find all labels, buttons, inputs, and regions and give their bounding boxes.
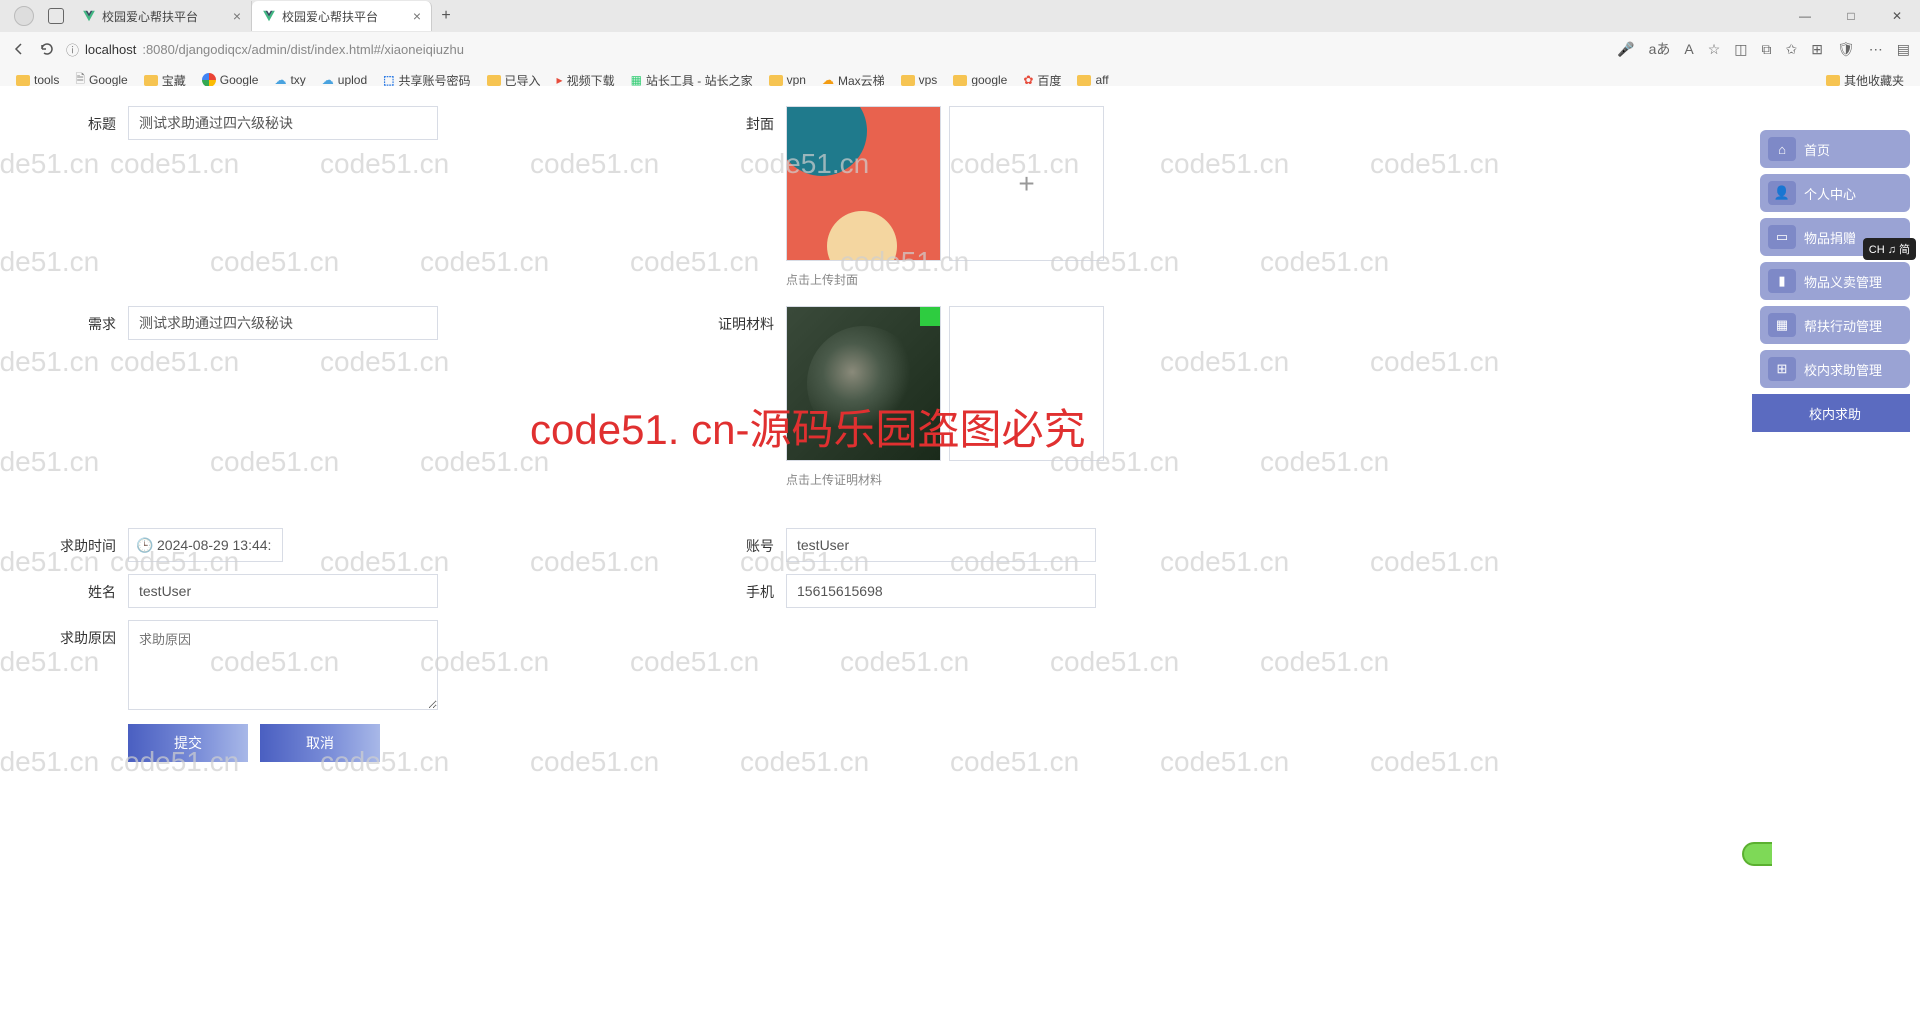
split-icon[interactable]: ⧉	[1762, 41, 1772, 58]
read-aloud-icon[interactable]: A	[1684, 41, 1693, 57]
account-input[interactable]	[786, 528, 1096, 562]
maximize-button[interactable]: □	[1828, 0, 1874, 32]
sidebar-nav: ⌂首页 👤个人中心 ▭物品捐赠 ▮物品义卖管理 ▦帮扶行动管理 ⊞校内求助管理 …	[1760, 130, 1910, 438]
profile-icon[interactable]	[14, 6, 34, 26]
browser-tab-active[interactable]: 校园爱心帮扶平台 ×	[252, 1, 432, 31]
tab-title: 校园爱心帮扶平台	[282, 8, 378, 25]
translate-icon[interactable]: aあ	[1649, 39, 1671, 59]
proof-label: 证明材料	[698, 306, 786, 334]
sidebar-item-assist[interactable]: ▦帮扶行动管理	[1760, 306, 1910, 344]
cover-thumbnail[interactable]	[786, 106, 941, 261]
time-label: 求助时间	[0, 528, 128, 556]
url-path: :8080/djangodiqcx/admin/dist/index.html#…	[142, 42, 464, 57]
ime-badge: CH ♫ 简	[1863, 238, 1916, 260]
extensions-icon[interactable]: ◫	[1734, 41, 1747, 58]
name-label: 姓名	[0, 574, 128, 602]
title-input[interactable]	[128, 106, 438, 140]
more-icon[interactable]: ⋯	[1869, 41, 1883, 58]
tab-title: 校园爱心帮扶平台	[102, 8, 198, 25]
voice-icon[interactable]: 🎤	[1617, 41, 1634, 58]
need-input[interactable]	[128, 306, 438, 340]
clock-icon: 🕒	[136, 537, 153, 554]
info-icon[interactable]: ⓘ	[66, 40, 79, 59]
sidebar-item-sale[interactable]: ▮物品义卖管理	[1760, 262, 1910, 300]
collections-icon[interactable]: ⊞	[1811, 41, 1823, 58]
folder-icon	[1826, 75, 1840, 86]
chart-icon: ▮	[1768, 269, 1796, 293]
cancel-button[interactable]: 取消	[260, 724, 380, 762]
submit-button[interactable]: 提交	[128, 724, 248, 762]
back-button[interactable]	[10, 40, 28, 58]
sidebar-item-profile[interactable]: 👤个人中心	[1760, 174, 1910, 212]
need-label: 需求	[0, 306, 128, 334]
star-icon[interactable]: ☆	[1708, 41, 1721, 58]
folder-icon	[144, 75, 158, 86]
close-icon[interactable]: ×	[233, 8, 241, 24]
close-window-button[interactable]: ✕	[1874, 0, 1920, 32]
url-input[interactable]: ⓘ localhost :8080/djangodiqcx/admin/dist/…	[66, 40, 1607, 59]
calendar-icon: ▦	[1768, 313, 1796, 337]
home-icon: ⌂	[1768, 137, 1796, 161]
sidebar-item-home[interactable]: ⌂首页	[1760, 130, 1910, 168]
browser-chrome: 校园爱心帮扶平台 × 校园爱心帮扶平台 × + — □ ✕ ⓘ localhos…	[0, 0, 1920, 86]
page-content: 标题 封面 + 点击上传封面 需求 证明材料	[0, 86, 1920, 1036]
reason-label: 求助原因	[0, 620, 128, 648]
folder-icon	[16, 75, 30, 86]
tab-strip: 校园爱心帮扶平台 × 校园爱心帮扶平台 × + — □ ✕	[0, 0, 1920, 32]
favorites-icon[interactable]: ✩	[1786, 41, 1798, 58]
grid-icon: ⊞	[1768, 357, 1796, 381]
folder-icon	[953, 75, 967, 86]
address-bar: ⓘ localhost :8080/djangodiqcx/admin/dist/…	[0, 32, 1920, 66]
folder-icon	[1077, 75, 1091, 86]
sidebar-item-active[interactable]: 校内求助	[1752, 394, 1910, 432]
person-icon: 👤	[1768, 181, 1796, 205]
browser-tab[interactable]: 校园爱心帮扶平台 ×	[72, 1, 252, 31]
sidebar-item-help-mgmt[interactable]: ⊞校内求助管理	[1760, 350, 1910, 388]
url-host: localhost	[85, 42, 136, 57]
tabview-icon[interactable]	[48, 8, 64, 24]
account-label: 账号	[698, 528, 786, 556]
google-icon	[202, 73, 216, 87]
vue-icon	[262, 9, 276, 23]
minimize-button[interactable]: —	[1782, 0, 1828, 32]
close-icon[interactable]: ×	[413, 8, 421, 24]
proof-upload-button[interactable]	[949, 306, 1104, 461]
new-tab-button[interactable]: +	[432, 7, 460, 25]
cover-hint: 点击上传封面	[786, 271, 1104, 288]
proof-thumbnail[interactable]	[786, 306, 941, 461]
assistant-blob[interactable]	[1742, 842, 1772, 866]
vue-icon	[82, 9, 96, 23]
name-input[interactable]	[128, 574, 438, 608]
shield-icon[interactable]: 🛡	[1837, 41, 1855, 58]
refresh-button[interactable]	[38, 40, 56, 58]
box-icon: ▭	[1768, 225, 1796, 249]
folder-icon	[769, 75, 783, 86]
proof-hint: 点击上传证明材料	[786, 471, 1104, 488]
cover-label: 封面	[698, 106, 786, 134]
cover-upload-button[interactable]: +	[949, 106, 1104, 261]
phone-label: 手机	[698, 574, 786, 602]
folder-icon	[487, 75, 501, 86]
sidepanel-icon[interactable]: ▤	[1897, 41, 1910, 58]
title-label: 标题	[0, 106, 128, 134]
phone-input[interactable]	[786, 574, 1096, 608]
folder-icon	[901, 75, 915, 86]
reason-textarea[interactable]	[128, 620, 438, 710]
